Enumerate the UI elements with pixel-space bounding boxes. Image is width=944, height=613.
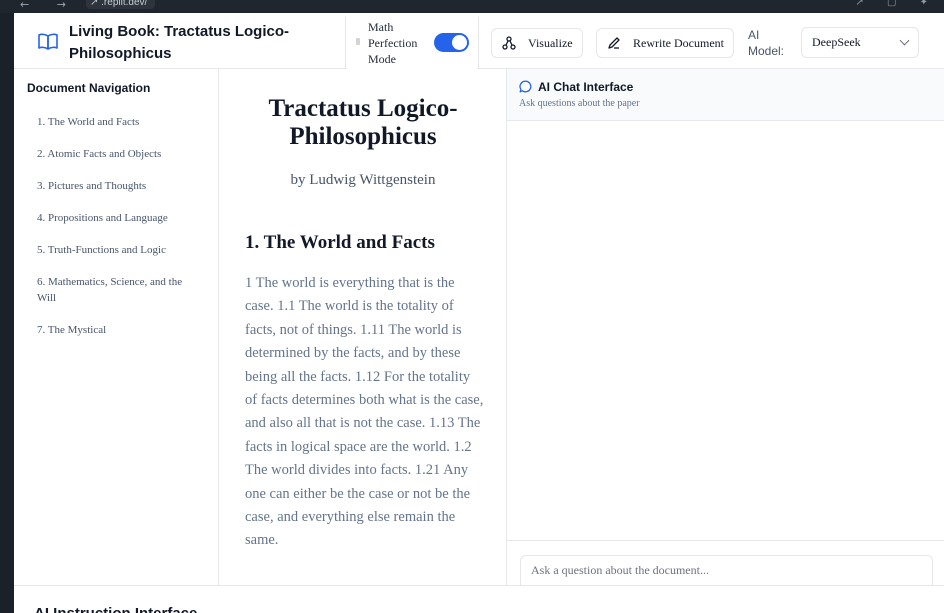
visualize-button[interactable]: Visualize	[491, 28, 583, 58]
ai-model-select[interactable]: DeepSeek	[801, 27, 919, 58]
document-viewer: Tractatus Logico-Philosophicus by Ludwig…	[220, 69, 506, 585]
sidebar-item-propositions[interactable]: 4. Propositions and Language	[37, 210, 202, 226]
chat-header: AI Chat Interface Ask questions about th…	[507, 69, 944, 121]
app-window: Living Book: Tractatus Logico-Philosophi…	[14, 13, 944, 613]
sidebar-title: Document Navigation	[27, 81, 151, 95]
pencil-icon	[608, 37, 620, 49]
browser-chrome: ← → ↻ ↗ .replit.dev/ ↗ ▢ ✦	[0, 0, 944, 13]
sidebar-item-mystical[interactable]: 7. The Mystical	[37, 322, 202, 338]
sidebar-item-atomic-facts[interactable]: 2. Atomic Facts and Objects	[37, 146, 202, 162]
math-perfection-mode-control: Math Perfection Mode	[345, 17, 479, 73]
book-open-icon	[38, 33, 58, 50]
sidebar-item-world-and-facts[interactable]: 1. The World and Facts	[37, 114, 202, 130]
chat-subtitle: Ask questions about the paper	[519, 98, 640, 109]
math-mode-toggle[interactable]	[434, 33, 469, 52]
rewrite-button-label: Rewrite Document	[633, 36, 724, 50]
browser-action-icons[interactable]: ↗ ▢ ✦	[855, 0, 938, 8]
ai-model-value: DeepSeek	[812, 35, 861, 49]
math-mode-indicator-icon	[356, 38, 360, 45]
share-nodes-icon	[502, 36, 516, 50]
document-author: by Ludwig Wittgenstein	[290, 172, 436, 188]
message-circle-icon	[519, 80, 532, 93]
browser-url[interactable]: ↗ .replit.dev/	[86, 0, 156, 9]
section-body-text: 1 The world is everything that is the ca…	[245, 275, 484, 549]
app-header: Living Book: Tractatus Logico-Philosophi…	[14, 13, 944, 73]
chat-question-input[interactable]	[520, 555, 933, 585]
document-navigation-sidebar: Document Navigation 1. The World and Fac…	[14, 69, 219, 585]
app-title: Living Book: Tractatus Logico-Philosophi…	[69, 23, 290, 62]
rewrite-document-button[interactable]: Rewrite Document	[596, 28, 734, 58]
ai-model-label: AI Model:	[748, 28, 785, 58]
left-panel-edge	[0, 13, 14, 613]
chat-input-area	[507, 540, 944, 585]
chevron-down-icon	[899, 35, 910, 46]
sidebar-item-truth-functions[interactable]: 5. Truth-Functions and Logic	[37, 242, 202, 258]
sidebar-item-mathematics[interactable]: 6. Mathematics, Science, and the Will	[37, 274, 202, 306]
ai-chat-panel: AI Chat Interface Ask questions about th…	[506, 69, 944, 585]
chat-title: AI Chat Interface	[538, 80, 634, 94]
sidebar-item-pictures-thoughts[interactable]: 3. Pictures and Thoughts	[37, 178, 202, 194]
instruction-interface-title: AI Instruction Interface	[34, 605, 197, 613]
section-heading: 1. The World and Facts	[245, 232, 435, 253]
document-title: Tractatus Logico-Philosophicus	[268, 95, 458, 150]
math-mode-label: Math Perfection Mode	[368, 20, 418, 66]
ai-instruction-section: AI Instruction Interface	[14, 585, 944, 613]
visualize-button-label: Visualize	[528, 36, 573, 50]
toggle-knob	[452, 35, 467, 50]
